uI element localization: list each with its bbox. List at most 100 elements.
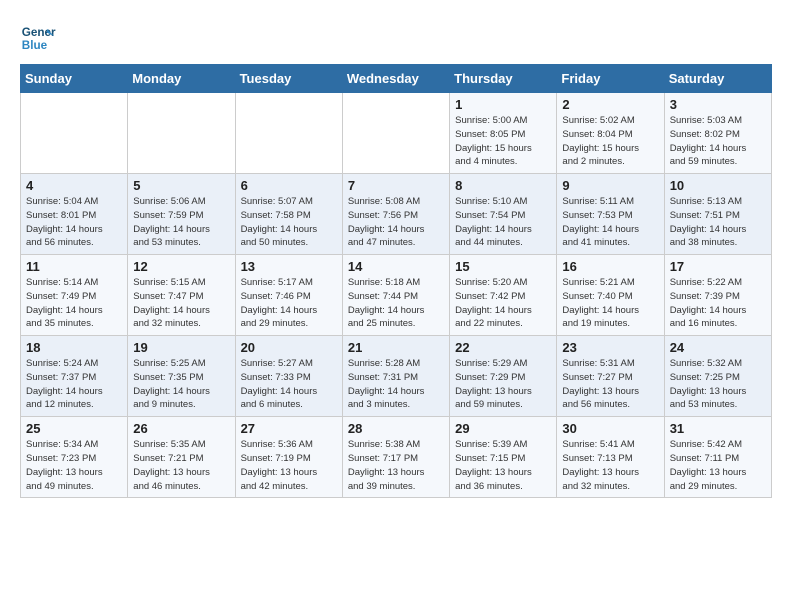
day-info: Sunrise: 5:03 AMSunset: 8:02 PMDaylight:… [670,114,766,169]
day-info: Sunrise: 5:42 AMSunset: 7:11 PMDaylight:… [670,438,766,493]
day-info: Sunrise: 5:18 AMSunset: 7:44 PMDaylight:… [348,276,444,331]
day-number: 23 [562,340,658,355]
day-info: Sunrise: 5:11 AMSunset: 7:53 PMDaylight:… [562,195,658,250]
day-info: Sunrise: 5:34 AMSunset: 7:23 PMDaylight:… [26,438,122,493]
calendar-cell: 12Sunrise: 5:15 AMSunset: 7:47 PMDayligh… [128,255,235,336]
calendar-cell: 31 Sunrise: 5:42 AMSunset: 7:11 PMDayligh… [664,417,771,498]
day-number: 4 [26,178,122,193]
calendar-cell: 3 Sunrise: 5:03 AMSunset: 8:02 PMDaylight… [664,93,771,174]
day-number: 15 [455,259,551,274]
day-number: 9 [562,178,658,193]
day-number: 10 [670,178,766,193]
calendar-cell: 25 Sunrise: 5:34 AMSunset: 7:23 PMDayligh… [21,417,128,498]
day-number: 25 [26,421,122,436]
day-number: 21 [348,340,444,355]
day-info: Sunrise: 5:10 AMSunset: 7:54 PMDaylight:… [455,195,551,250]
calendar-cell: 29 Sunrise: 5:39 AMSunset: 7:15 PMDayligh… [450,417,557,498]
day-number: 12 [133,259,229,274]
day-number: 2 [562,97,658,112]
calendar-cell: 24 Sunrise: 5:32 AMSunset: 7:25 PMDayligh… [664,336,771,417]
day-number: 24 [670,340,766,355]
day-number: 7 [348,178,444,193]
calendar-cell: 1 Sunrise: 5:00 AMSunset: 8:05 PMDaylight… [450,93,557,174]
svg-text:Blue: Blue [22,39,48,52]
calendar-cell: 2 Sunrise: 5:02 AMSunset: 8:04 PMDaylight… [557,93,664,174]
day-info: Sunrise: 5:17 AMSunset: 7:46 PMDaylight:… [241,276,337,331]
calendar-cell: 22 Sunrise: 5:29 AMSunset: 7:29 PMDayligh… [450,336,557,417]
page: General Blue SundayMondayTuesdayWednesda… [0,0,792,508]
calendar-cell: 30 Sunrise: 5:41 AMSunset: 7:13 PMDayligh… [557,417,664,498]
day-info: Sunrise: 5:27 AMSunset: 7:33 PMDaylight:… [241,357,337,412]
day-info: Sunrise: 5:29 AMSunset: 7:29 PMDaylight:… [455,357,551,412]
day-info: Sunrise: 5:02 AMSunset: 8:04 PMDaylight:… [562,114,658,169]
day-number: 28 [348,421,444,436]
logo-icon: General Blue [20,20,56,56]
calendar-cell [21,93,128,174]
day-info: Sunrise: 5:25 AMSunset: 7:35 PMDaylight:… [133,357,229,412]
day-number: 6 [241,178,337,193]
week-row-4: 18Sunrise: 5:24 AMSunset: 7:37 PMDayligh… [21,336,772,417]
day-number: 22 [455,340,551,355]
calendar-cell: 5Sunrise: 5:06 AMSunset: 7:59 PMDaylight… [128,174,235,255]
calendar-cell: 9 Sunrise: 5:11 AMSunset: 7:53 PMDaylight… [557,174,664,255]
day-info: Sunrise: 5:39 AMSunset: 7:15 PMDaylight:… [455,438,551,493]
calendar-cell: 28 Sunrise: 5:38 AMSunset: 7:17 PMDayligh… [342,417,449,498]
day-number: 14 [348,259,444,274]
day-info: Sunrise: 5:04 AMSunset: 8:01 PMDaylight:… [26,195,122,250]
week-row-1: 1 Sunrise: 5:00 AMSunset: 8:05 PMDaylight… [21,93,772,174]
day-header-sunday: Sunday [21,65,128,93]
calendar-cell: 16 Sunrise: 5:21 AMSunset: 7:40 PMDayligh… [557,255,664,336]
day-info: Sunrise: 5:38 AMSunset: 7:17 PMDaylight:… [348,438,444,493]
day-number: 29 [455,421,551,436]
calendar-header-row: SundayMondayTuesdayWednesdayThursdayFrid… [21,65,772,93]
day-info: Sunrise: 5:24 AMSunset: 7:37 PMDaylight:… [26,357,122,412]
logo: General Blue [20,20,60,56]
calendar-cell: 10 Sunrise: 5:13 AMSunset: 7:51 PMDayligh… [664,174,771,255]
day-number: 11 [26,259,122,274]
week-row-2: 4 Sunrise: 5:04 AMSunset: 8:01 PMDaylight… [21,174,772,255]
calendar-cell: 21Sunrise: 5:28 AMSunset: 7:31 PMDayligh… [342,336,449,417]
day-info: Sunrise: 5:08 AMSunset: 7:56 PMDaylight:… [348,195,444,250]
calendar-cell: 26 Sunrise: 5:35 AMSunset: 7:21 PMDayligh… [128,417,235,498]
svg-text:General: General [22,26,56,39]
day-info: Sunrise: 5:21 AMSunset: 7:40 PMDaylight:… [562,276,658,331]
day-number: 16 [562,259,658,274]
day-info: Sunrise: 5:00 AMSunset: 8:05 PMDaylight:… [455,114,551,169]
day-info: Sunrise: 5:13 AMSunset: 7:51 PMDaylight:… [670,195,766,250]
day-header-tuesday: Tuesday [235,65,342,93]
day-info: Sunrise: 5:32 AMSunset: 7:25 PMDaylight:… [670,357,766,412]
day-info: Sunrise: 5:36 AMSunset: 7:19 PMDaylight:… [241,438,337,493]
day-header-monday: Monday [128,65,235,93]
day-number: 30 [562,421,658,436]
day-number: 3 [670,97,766,112]
calendar-cell: 4 Sunrise: 5:04 AMSunset: 8:01 PMDaylight… [21,174,128,255]
calendar-cell: 7 Sunrise: 5:08 AMSunset: 7:56 PMDaylight… [342,174,449,255]
day-info: Sunrise: 5:41 AMSunset: 7:13 PMDaylight:… [562,438,658,493]
day-info: Sunrise: 5:06 AMSunset: 7:59 PMDaylight:… [133,195,229,250]
day-header-thursday: Thursday [450,65,557,93]
day-header-wednesday: Wednesday [342,65,449,93]
day-number: 26 [133,421,229,436]
day-number: 8 [455,178,551,193]
day-info: Sunrise: 5:35 AMSunset: 7:21 PMDaylight:… [133,438,229,493]
day-number: 19 [133,340,229,355]
day-info: Sunrise: 5:14 AMSunset: 7:49 PMDaylight:… [26,276,122,331]
day-number: 20 [241,340,337,355]
day-header-saturday: Saturday [664,65,771,93]
calendar-cell: 20 Sunrise: 5:27 AMSunset: 7:33 PMDayligh… [235,336,342,417]
calendar-cell: 23 Sunrise: 5:31 AMSunset: 7:27 PMDayligh… [557,336,664,417]
calendar-table: SundayMondayTuesdayWednesdayThursdayFrid… [20,64,772,498]
day-number: 27 [241,421,337,436]
day-number: 13 [241,259,337,274]
calendar-cell: 15Sunrise: 5:20 AMSunset: 7:42 PMDayligh… [450,255,557,336]
calendar-cell: 27 Sunrise: 5:36 AMSunset: 7:19 PMDayligh… [235,417,342,498]
calendar-cell [342,93,449,174]
week-row-3: 11 Sunrise: 5:14 AMSunset: 7:49 PMDayligh… [21,255,772,336]
day-info: Sunrise: 5:22 AMSunset: 7:39 PMDaylight:… [670,276,766,331]
calendar-cell [128,93,235,174]
day-number: 1 [455,97,551,112]
day-info: Sunrise: 5:31 AMSunset: 7:27 PMDaylight:… [562,357,658,412]
day-number: 31 [670,421,766,436]
calendar-cell: 17Sunrise: 5:22 AMSunset: 7:39 PMDayligh… [664,255,771,336]
calendar-cell: 19 Sunrise: 5:25 AMSunset: 7:35 PMDayligh… [128,336,235,417]
